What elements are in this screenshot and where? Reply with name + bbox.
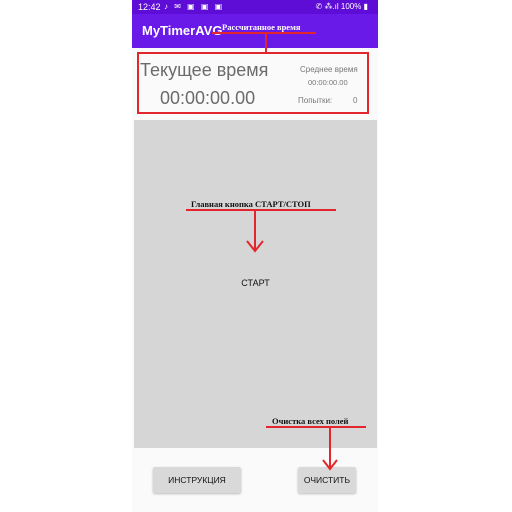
bottom-button-row: ИНСТРУКЦИЯ ОЧИСТИТЬ xyxy=(132,448,378,512)
clear-button[interactable]: ОЧИСТИТЬ xyxy=(298,467,356,493)
app-title: MyTimerAVG xyxy=(142,23,223,38)
status-bar: 12:42 ♪ ✉ ▣ ▣ ▣ ✆ ⁂.ıl 100% ▮ xyxy=(132,0,378,14)
start-stop-button[interactable]: СТАРТ xyxy=(134,120,377,448)
annotation-clear-fields: Очистка всех полей xyxy=(272,416,349,426)
annotation-underline-3 xyxy=(266,426,366,428)
status-right-icons: ✆ ⁂.ıl 100% ▮ xyxy=(315,2,368,11)
instruction-button[interactable]: ИНСТРУКЦИЯ xyxy=(153,467,241,493)
annotation-underline-1 xyxy=(212,32,316,34)
start-stop-label: СТАРТ xyxy=(241,278,270,288)
annotation-main-button: Главная кнопка СТАРТ/СТОП xyxy=(191,199,311,209)
annotation-underline-2 xyxy=(186,209,336,211)
notification-icons: ♪ ✉ ▣ ▣ ▣ xyxy=(164,2,225,11)
annotation-calculated-time: Рассчитанное время xyxy=(222,22,301,32)
calculated-time-highlight-box xyxy=(137,52,369,114)
status-time: 12:42 xyxy=(138,2,161,12)
